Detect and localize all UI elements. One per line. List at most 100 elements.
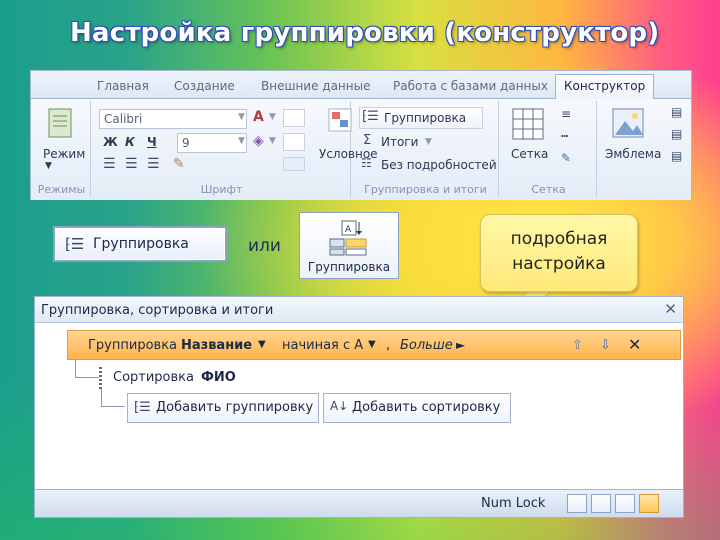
delete-icon[interactable]: ✕ [628, 335, 641, 354]
alternate-fill-icon[interactable] [283, 133, 305, 151]
format-painter-icon[interactable]: ✎ [173, 156, 185, 172]
bold-button[interactable]: Ж [103, 135, 118, 149]
detail-callout: подробная настройка [480, 214, 638, 292]
sort-row[interactable]: Сортировка ФИО [95, 367, 395, 389]
grid-button[interactable]: Сетка [511, 147, 548, 161]
page-number-icon[interactable]: ▤ [671, 105, 682, 119]
grouping-button-large[interactable]: ⁅☰ Группировка [53, 226, 227, 262]
group-order-chevron-icon[interactable]: ▼ [368, 339, 376, 350]
tab-designer[interactable]: Конструктор [555, 74, 655, 100]
group-grouping-totals: ⁅☰ Группировка Σ Итоги ▼ ☷ Без подробнос… [353, 101, 499, 197]
line-color-icon[interactable]: ✎ [561, 151, 571, 165]
status-bar: Num Lock [35, 489, 683, 517]
emblem-button[interactable]: Эмблема [605, 147, 661, 161]
grouping-icon: ⁅☰ [362, 109, 379, 124]
add-group-icon: ⁅☰ [134, 400, 151, 415]
format-grid-icon[interactable] [283, 109, 305, 127]
add-group-button[interactable]: ⁅☰ Добавить группировку [127, 393, 319, 423]
move-up-icon[interactable]: ⇧ [572, 338, 583, 353]
sort-row-prefix: Сортировка [113, 370, 194, 385]
group-grid: Сетка ≡ ┅ ✎ Сетка [501, 101, 597, 197]
emblem-icon[interactable] [611, 107, 645, 139]
callout-line-1: подробная [510, 229, 608, 249]
font-size-chevron-icon[interactable]: ▼ [238, 136, 245, 146]
sort-field-select[interactable]: ФИО [201, 370, 236, 385]
slide-title: Настройка группировки (конструктор) [70, 18, 660, 48]
group-modes: Режим ▼ Режимы [33, 101, 91, 197]
grouping-ribbon-button[interactable]: ⁅☰ Группировка [359, 107, 483, 129]
font-size-select[interactable]: 9 [177, 133, 247, 153]
underline-button[interactable]: Ч [147, 135, 157, 149]
grouping-icon-button-label: Группировка [307, 260, 391, 274]
more-options-link[interactable]: Больше [400, 338, 453, 353]
sort-az-icon: A↓ [330, 399, 349, 413]
group-label-grid: Сетка [531, 183, 566, 196]
chevron-down-icon[interactable]: ▼ [45, 161, 52, 171]
ribbon-tabs: Главная Создание Внешние данные Работа с… [31, 71, 691, 100]
view-mode-icon[interactable] [47, 107, 75, 139]
grouping-ribbon-label: Группировка [384, 111, 467, 125]
conditional-format-icon[interactable] [327, 107, 353, 133]
pane-header: Группировка, сортировка и итоги ✕ [35, 297, 683, 323]
print-preview-icon[interactable] [591, 494, 611, 513]
group-label-font: Шрифт [200, 183, 243, 196]
view-mode-button[interactable]: Режим [43, 147, 85, 161]
totals-chevron-icon[interactable]: ▼ [425, 137, 432, 147]
grouping-button-label: Группировка [93, 236, 189, 252]
align-center-icon[interactable]: ☰ [125, 156, 138, 172]
line-type-icon[interactable]: ┅ [561, 129, 568, 143]
align-left-icon[interactable]: ☰ [103, 156, 116, 172]
group-field-select[interactable]: Название [181, 338, 252, 353]
group-row[interactable]: Группировка Название ▼ начиная с А ▼ , Б… [67, 330, 681, 360]
group-font: Calibri ▼ A ▼ Ж К Ч 9 ▼ ◈ ▼ ☰ ☰ ☰ ✎ Усло… [93, 101, 378, 197]
group-field-chevron-icon[interactable]: ▼ [258, 339, 266, 350]
group-label-grouping: Группировка и итоги [364, 183, 487, 196]
add-sort-label: Добавить сортировку [352, 400, 501, 415]
tab-home[interactable]: Главная [97, 79, 149, 93]
pane-title: Группировка, сортировка и итоги [41, 303, 274, 318]
date-time-icon[interactable]: ▤ [671, 149, 682, 163]
add-sort-button[interactable]: A↓ Добавить сортировку [323, 393, 511, 423]
grouping-icon-button[interactable]: А Группировка [299, 212, 399, 279]
close-icon[interactable]: ✕ [664, 300, 677, 318]
italic-button[interactable]: К [125, 135, 135, 149]
font-name-select[interactable]: Calibri [99, 109, 247, 129]
move-down-icon[interactable]: ⇩ [600, 338, 611, 353]
ribbon: Главная Создание Внешние данные Работа с… [30, 70, 692, 200]
layout-view-icon[interactable] [615, 494, 635, 513]
totals-button[interactable]: Итоги [381, 135, 418, 149]
grid-icon[interactable] [511, 107, 545, 141]
or-label: или [248, 236, 281, 256]
tab-create[interactable]: Создание [174, 79, 235, 93]
more-arrow-icon[interactable]: ► [456, 338, 465, 352]
font-name-chevron-icon[interactable]: ▼ [238, 112, 245, 122]
group-row-prefix: Группировка [88, 338, 178, 353]
add-group-label: Добавить группировку [156, 400, 314, 415]
font-color-icon[interactable]: A [253, 109, 264, 125]
fill-color-icon[interactable]: ◈ [253, 133, 264, 149]
grouping-icon: ⁅☰ [65, 235, 85, 253]
group-order-select[interactable]: начиная с А [282, 338, 363, 353]
hide-details-button[interactable]: Без подробностей [381, 158, 497, 172]
hide-details-icon: ☷ [361, 156, 372, 170]
ribbon-groups: Режим ▼ Режимы Calibri ▼ A ▼ Ж К Ч 9 ▼ ◈… [31, 99, 691, 200]
callout-line-2: настройка [512, 254, 606, 274]
group-row-comma: , [386, 338, 391, 353]
tab-external-data[interactable]: Внешние данные [261, 79, 370, 93]
group-emblem: Эмблема ▤ ▤ ▤ [599, 101, 691, 197]
sigma-icon: Σ [363, 133, 372, 148]
report-view-icon[interactable] [567, 494, 587, 513]
gridline-icon[interactable] [283, 157, 305, 171]
design-view-icon[interactable] [639, 494, 659, 513]
num-lock-indicator: Num Lock [481, 496, 546, 511]
align-right-icon[interactable]: ☰ [147, 156, 160, 172]
grouping-sort-icon: А [329, 220, 367, 256]
group-label-modes: Режимы [37, 183, 86, 196]
tab-database-tools[interactable]: Работа с базами данных [393, 79, 548, 93]
group-sort-total-pane: Группировка, сортировка и итоги ✕ Группи… [34, 296, 684, 518]
line-thickness-icon[interactable]: ≡ [561, 107, 571, 121]
fill-color-chevron-icon[interactable]: ▼ [269, 136, 276, 146]
title-icon[interactable]: ▤ [671, 127, 682, 141]
tree-connector-2 [101, 389, 125, 407]
font-color-chevron-icon[interactable]: ▼ [269, 112, 276, 122]
